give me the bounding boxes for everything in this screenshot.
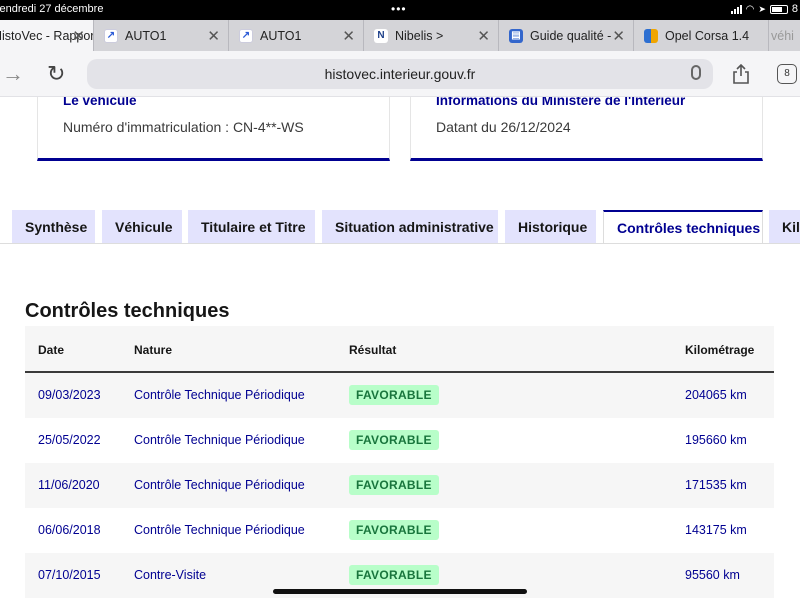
multitask-dots-icon[interactable]: ••• — [391, 2, 407, 16]
browser-tab-auto1[interactable]: ↗ AUTO1 ✕ — [93, 20, 228, 51]
browser-tab-auto1-2[interactable]: ↗ AUTO1 ✕ — [228, 20, 363, 51]
result-badge: FAVORABLE — [349, 565, 439, 585]
url-bar[interactable]: histovec.interieur.gouv.fr — [87, 59, 713, 89]
column-header-nature: Nature — [134, 343, 173, 357]
row-km: 143175 km — [685, 523, 747, 537]
status-bar: vendredi 27 décembre ••• ◠ ➤ 8 — [0, 0, 800, 20]
forward-arrow-icon[interactable]: → — [2, 61, 24, 87]
vehicle-card-title: Le véhicule — [63, 97, 137, 108]
tab-kilometrage[interactable]: Kilométrage — [769, 210, 800, 243]
row-nature: Contrôle Technique Périodique — [134, 478, 305, 492]
close-icon[interactable]: ✕ — [477, 27, 490, 45]
row-km: 204065 km — [685, 388, 747, 402]
row-km: 171535 km — [685, 478, 747, 492]
browser-tab-vehicule[interactable]: véhi — [768, 20, 800, 51]
vehicle-card: Le véhicule Numéro d'immatriculation : C… — [37, 97, 390, 161]
row-date: 11/06/2020 — [38, 478, 100, 492]
close-icon[interactable]: ✕ — [207, 27, 220, 45]
reload-icon[interactable]: ↻ — [47, 61, 65, 87]
close-icon[interactable]: ✕ — [342, 27, 355, 45]
inspections-table: Date Nature Résultat Kilométrage 09/03/2… — [25, 326, 774, 598]
column-header-result: Résultat — [349, 343, 397, 357]
status-time: vendredi 27 décembre — [0, 3, 104, 15]
table-header: Date Nature Résultat Kilométrage — [25, 326, 774, 373]
tab-historique[interactable]: Historique — [505, 210, 596, 243]
row-date: 25/05/2022 — [38, 433, 101, 447]
section-title: Contrôles techniques — [25, 300, 230, 322]
tab-count-button[interactable]: 8 — [777, 64, 797, 84]
table-row: 09/03/2023 Contrôle Technique Périodique… — [25, 373, 774, 418]
auto1-favicon-icon: ↗ — [239, 28, 253, 43]
tab-controles-techniques[interactable]: Contrôles techniques — [603, 210, 763, 244]
registration-number: Numéro d'immatriculation : CN-4**-WS — [63, 119, 304, 135]
microphone-icon[interactable] — [691, 65, 701, 80]
result-badge: FAVORABLE — [349, 385, 439, 405]
tab-title: Opel Corsa 1.4 — [665, 28, 750, 43]
page-content: Le véhicule Numéro d'immatriculation : C… — [0, 97, 800, 600]
nibelis-favicon-icon: N — [374, 28, 388, 43]
tab-title: Guide qualité - — [530, 28, 612, 43]
location-icon: ➤ — [758, 3, 766, 14]
tab-titulaire-titre[interactable]: Titulaire et Titre — [188, 210, 315, 243]
row-km: 195660 km — [685, 433, 747, 447]
row-nature: Contrôle Technique Périodique — [134, 433, 305, 447]
row-date: 09/03/2023 — [38, 388, 101, 402]
tab-title: Nibelis > — [395, 28, 444, 43]
data-date: Datant du 26/12/2024 — [436, 119, 571, 135]
browser-tab-strip: HistoVec - Rapport ✕ ↗ AUTO1 ✕ ↗ AUTO1 ✕… — [0, 20, 800, 51]
tab-synthese[interactable]: Synthèse — [12, 210, 95, 243]
url-text: histovec.interieur.gouv.fr — [324, 66, 476, 82]
report-tabs: Synthèse Véhicule Titulaire et Titre Sit… — [0, 210, 800, 244]
cellular-signal-icon — [730, 4, 742, 14]
result-badge: FAVORABLE — [349, 520, 439, 540]
address-toolbar: → ↻ histovec.interieur.gouv.fr 8 — [0, 51, 800, 97]
tab-situation-administrative[interactable]: Situation administrative — [322, 210, 498, 243]
table-row: 06/06/2018 Contrôle Technique Périodique… — [25, 508, 774, 553]
result-badge: FAVORABLE — [349, 475, 439, 495]
row-km: 95560 km — [685, 568, 740, 582]
home-indicator[interactable] — [273, 589, 527, 594]
table-row: 11/06/2020 Contrôle Technique Périodique… — [25, 463, 774, 508]
share-icon[interactable] — [732, 64, 750, 84]
column-header-km: Kilométrage — [685, 343, 755, 357]
browser-tab-guide-qualite[interactable]: ▤ Guide qualité - ✕ — [498, 20, 633, 51]
tab-title: AUTO1 — [125, 28, 167, 43]
ministry-card-title: Informations du Ministère de l'Intérieur — [436, 97, 686, 108]
row-nature: Contrôle Technique Périodique — [134, 523, 305, 537]
row-nature: Contrôle Technique Périodique — [134, 388, 305, 402]
browser-tab-opel-corsa[interactable]: Opel Corsa 1.4 — [633, 20, 768, 51]
row-nature: Contre-Visite — [134, 568, 207, 582]
close-icon[interactable]: ✕ — [72, 27, 85, 45]
tab-title: AUTO1 — [260, 28, 302, 43]
auto1-favicon-icon: ↗ — [104, 28, 118, 43]
ministry-card: Informations du Ministère de l'Intérieur… — [410, 97, 763, 161]
document-favicon-icon: ▤ — [509, 28, 523, 43]
battery-text: 8 — [791, 3, 798, 15]
browser-tab-nibelis[interactable]: N Nibelis > ✕ — [363, 20, 498, 51]
row-date: 07/10/2015 — [38, 568, 101, 582]
wifi-icon: ◠ — [745, 3, 755, 15]
result-badge: FAVORABLE — [349, 430, 439, 450]
tab-title: véhi — [771, 28, 794, 43]
close-icon[interactable]: ✕ — [612, 27, 625, 45]
battery-icon — [769, 4, 788, 14]
tab-vehicule[interactable]: Véhicule — [102, 210, 182, 243]
browser-tab-histovec[interactable]: HistoVec - Rapport ✕ — [0, 20, 93, 51]
row-date: 06/06/2018 — [38, 523, 101, 537]
table-row: 25/05/2022 Contrôle Technique Périodique… — [25, 418, 774, 463]
column-header-date: Date — [38, 343, 65, 357]
opel-favicon-icon — [644, 28, 658, 43]
